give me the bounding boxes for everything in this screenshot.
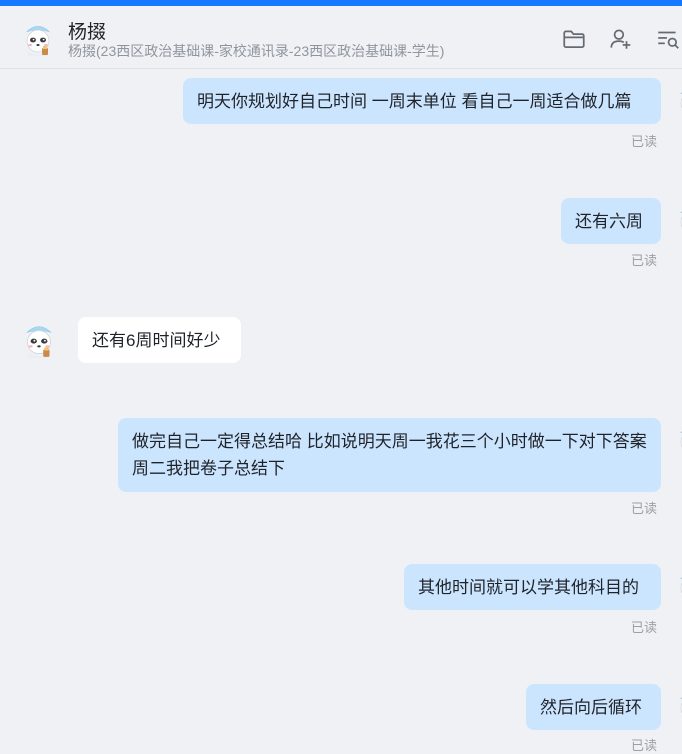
read-status: 已读 <box>631 620 658 635</box>
read-status: 已读 <box>631 253 658 268</box>
message-text: 其他时间就可以学其他科目的 <box>418 578 639 597</box>
message-text: 还有6周时间好少 <box>92 331 221 350</box>
message-text: 做完自己一定得总结哈 比如说明天周一我花三个小时做一下对下答案 周二我把卷子总结… <box>132 432 661 478</box>
self-avatar[interactable] <box>672 199 682 239</box>
add-person-icon[interactable] <box>607 26 633 52</box>
self-avatar[interactable] <box>672 565 682 605</box>
message-text: 还有六周 <box>575 212 643 231</box>
self-avatar[interactable] <box>672 419 682 459</box>
outgoing-message-bubble[interactable]: 做完自己一定得总结哈 比如说明天周一我花三个小时做一下对下答案 周二我把卷子总结… <box>118 418 661 492</box>
folder-icon[interactable] <box>561 26 587 52</box>
chat-header: 杨掇 杨掇(23西区政治基础课-家校通讯录-23西区政治基础课-学生) <box>0 6 682 69</box>
contact-avatar[interactable] <box>18 18 58 58</box>
contact-subtitle: 杨掇(23西区政治基础课-家校通讯录-23西区政治基础课-学生) <box>68 43 445 59</box>
read-status: 已读 <box>631 501 658 516</box>
outgoing-message-bubble[interactable]: 然后向后循环 <box>526 684 661 730</box>
contact-name[interactable]: 杨掇 <box>68 17 106 44</box>
read-status: 已读 <box>631 738 658 753</box>
incoming-message-bubble[interactable]: 还有6周时间好少 <box>78 317 241 363</box>
self-avatar[interactable] <box>672 80 682 120</box>
message-text: 然后向后循环 <box>540 698 642 717</box>
outgoing-message-bubble[interactable]: 还有六周 <box>561 198 661 244</box>
read-status: 已读 <box>631 134 658 149</box>
search-list-icon[interactable] <box>655 26 681 52</box>
contact-message-avatar[interactable] <box>18 318 60 360</box>
outgoing-message-bubble[interactable]: 明天你规划好自己时间 一周末单位 看自己一周适合做几篇 <box>183 78 661 124</box>
self-avatar[interactable] <box>672 685 682 725</box>
message-text: 明天你规划好自己时间 一周末单位 看自己一周适合做几篇 <box>197 92 632 111</box>
outgoing-message-bubble[interactable]: 其他时间就可以学其他科目的 <box>404 564 661 610</box>
